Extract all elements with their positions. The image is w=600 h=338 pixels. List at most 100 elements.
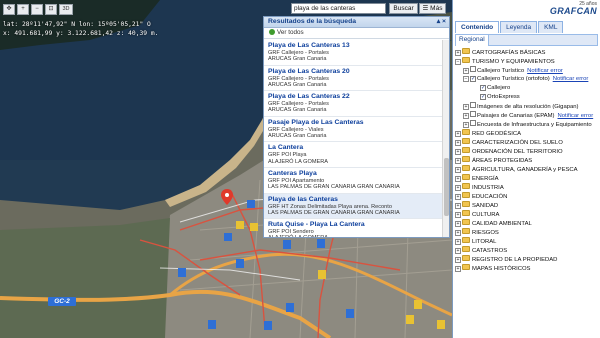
expand-icon[interactable]: + [455,167,461,173]
expand-icon[interactable]: + [463,104,469,110]
expand-icon[interactable]: + [455,257,461,263]
layer-node[interactable]: + RED GEODÉSICA [455,129,599,138]
result-item[interactable]: Ruta Quise - Playa La Cantera GRF POI Sen… [264,219,442,237]
layer-checkbox[interactable]: ✓ [470,76,476,82]
expand-icon[interactable]: + [455,248,461,254]
result-item[interactable]: Canteras Playa GRF POI Apartamento LAS PAL… [264,168,442,194]
result-title[interactable]: Pasaje Playa de Las Canteras [268,119,439,127]
folder-icon [462,147,470,153]
expand-icon[interactable]: + [455,212,461,218]
close-icon[interactable]: ▴ × [437,17,446,27]
result-title[interactable]: Playa de Las Canteras 22 [268,93,439,101]
expand-icon[interactable]: + [455,50,461,56]
result-item[interactable]: La Cantera GRF POI Playa ALAJERÓ LA GOMERA [264,142,442,168]
result-item[interactable]: Playa de Las Canteras 20 GRF Callejero - … [264,66,442,92]
result-title[interactable]: La Cantera [268,144,439,152]
layer-tree: + CARTOGRAFÍAS BÁSICAS − TURISMO Y EQUIPAMI… [455,48,599,338]
collapse-icon[interactable]: − [463,76,469,82]
layer-checkbox[interactable]: ✓ [480,85,486,91]
layer-node[interactable]: + EDUCACIÓN [455,192,599,201]
expand-icon[interactable]: + [455,194,461,200]
layer-label: Callejero Turístico (ortofoto) [477,76,550,82]
expand-icon[interactable]: + [455,149,461,155]
layer-checkbox[interactable] [470,120,476,126]
expand-icon[interactable]: + [455,239,461,245]
layer-node[interactable]: + Imágenes de alta resolución (Gigapan) [455,102,599,111]
layer-checkbox[interactable] [470,102,476,108]
layer-node[interactable]: + LITORAL [455,237,599,246]
result-item[interactable]: Playa de Las Canteras 22 GRF Callejero - … [264,91,442,117]
layer-node[interactable]: + ENERGÍA [455,174,599,183]
layer-node[interactable]: + Encuesta de Infraestructura y Equipamie… [455,120,599,129]
layer-node[interactable]: + CULTURA [455,210,599,219]
result-item[interactable]: Playa de las Canteras GRF HT Zonas Delimi… [264,193,442,220]
report-error-link[interactable]: Notificar error [527,68,563,74]
view-all-button[interactable]: Ver todos [264,28,449,39]
layer-checkbox[interactable] [470,111,476,117]
expand-icon[interactable]: + [455,203,461,209]
layer-node[interactable]: + Callejero Turístico Notificar error [455,66,599,75]
tab-leyenda[interactable]: Leyenda [500,21,538,33]
result-title[interactable]: Playa de Las Canteras 20 [268,68,439,76]
layer-node[interactable]: + AGRICULTURA, GANADERÍA y PESCA [455,165,599,174]
scrollbar-thumb[interactable] [444,158,449,216]
layer-node[interactable]: + SANIDAD [455,201,599,210]
tab-kml[interactable]: KML [538,21,564,33]
layer-checkbox[interactable]: ✓ [480,94,486,100]
layer-checkbox[interactable] [470,66,476,72]
results-title: Resultados de la búsqueda [268,18,357,25]
result-location: ARUCAS Gran Canaria [268,133,327,140]
result-item[interactable]: Playa de Las Canteras 13 GRF Callejero - … [264,40,442,66]
result-location: LAS PALMAS DE GRAN CANARIA GRAN CANARIA [268,209,400,216]
collapse-icon[interactable]: − [455,59,461,65]
layer-node[interactable]: + CALIDAD AMBIENTAL [455,219,599,228]
expand-icon[interactable]: + [455,131,461,137]
search-button[interactable]: Buscar [389,3,418,14]
expand-icon[interactable]: + [463,68,469,74]
layer-node[interactable]: + ORDENACIÓN DEL TERRITORIO [455,147,599,156]
search-input[interactable]: playa de las canteras [291,3,386,14]
expand-icon[interactable]: + [455,185,461,191]
expand-icon[interactable]: + [463,122,469,128]
layer-node[interactable]: + CARTOGRAFÍAS BÁSICAS [455,48,599,57]
layer-node[interactable]: + MAPAS HISTÓRICOS [455,264,599,273]
expand-icon[interactable]: + [455,176,461,182]
expand-icon[interactable]: + [455,221,461,227]
folder-icon [462,174,470,180]
folder-icon [462,183,470,189]
layer-node[interactable]: ✓Callejero [455,84,599,93]
expand-icon[interactable]: + [455,266,461,272]
zoom-in-icon[interactable]: + [17,4,29,15]
layer-node[interactable]: + CARACTERIZACIÓN DEL SUELO [455,138,599,147]
result-title[interactable]: Ruta Quise - Playa La Cantera [268,221,439,229]
layer-node[interactable]: + REGISTRO DE LA PROPIEDAD [455,255,599,264]
result-title[interactable]: Playa de las Canteras [268,196,439,204]
3d-icon[interactable]: 3D [59,4,73,15]
layer-node[interactable]: ✓OrtoExpress [455,93,599,102]
result-title[interactable]: Playa de Las Canteras 13 [268,42,439,50]
report-error-link[interactable]: Notificar error [557,113,593,119]
zoom-out-icon[interactable]: − [31,4,43,15]
expand-icon[interactable]: + [455,158,461,164]
result-item[interactable]: Pasaje Playa de Las Canteras GRF Callejer… [264,117,442,143]
result-title[interactable]: Canteras Playa [268,170,439,178]
tab-contenido[interactable]: Contenido [455,21,500,33]
expand-icon[interactable]: + [463,113,469,119]
subtab-regional[interactable]: Regional [456,35,489,46]
layer-node[interactable]: + ÁREAS PROTEGIDAS [455,156,599,165]
layer-label: EDUCACIÓN [472,194,508,200]
layer-node[interactable]: + CATASTROS [455,246,599,255]
more-button[interactable]: ☰ Más [419,3,446,14]
layer-node[interactable]: − TURISMO Y EQUIPAMIENTOS [455,57,599,66]
folder-icon [462,156,470,162]
layer-node[interactable]: − ✓Callejero Turístico (ortofoto) Notifica… [455,75,599,84]
report-error-link[interactable]: Notificar error [553,76,589,82]
expand-icon[interactable]: + [455,230,461,236]
layer-node[interactable]: + RIESGOS [455,228,599,237]
expand-icon[interactable]: + [455,140,461,146]
measure-icon[interactable]: ⊡ [45,4,57,15]
results-scrollbar[interactable] [442,40,449,237]
layer-node[interactable]: + INDUSTRIA [455,183,599,192]
layer-node[interactable]: + Paisajes de Canarias (EPAM) Notificar er… [455,111,599,120]
pan-icon[interactable]: ✥ [3,4,15,15]
